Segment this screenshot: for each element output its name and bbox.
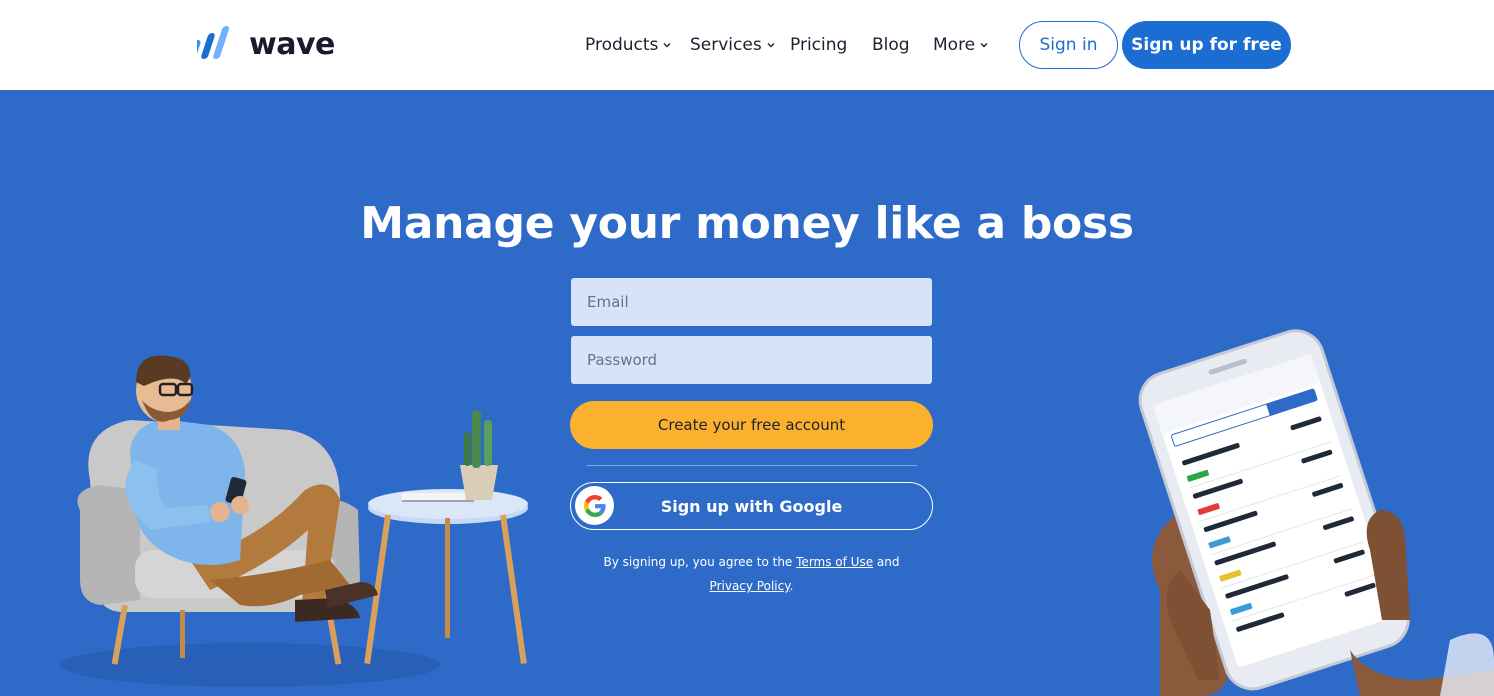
- nav-services[interactable]: Services: [690, 35, 776, 55]
- hero-section: Manage your money like a boss Create you…: [0, 90, 1494, 696]
- man-in-armchair-illustration: [60, 355, 528, 687]
- legal-and: and: [876, 555, 900, 569]
- terms-of-use-link[interactable]: Terms of Use: [796, 555, 873, 569]
- google-signup-label: Sign up with Google: [660, 496, 843, 516]
- nav-products-label: Products: [585, 35, 659, 55]
- phone-in-hand-illustration: [1138, 329, 1494, 696]
- privacy-policy-link[interactable]: Privacy Policy: [710, 579, 790, 593]
- password-field[interactable]: [571, 336, 932, 384]
- google-badge: [575, 486, 614, 525]
- nav-pricing[interactable]: Pricing: [790, 35, 847, 55]
- email-field[interactable]: [571, 278, 932, 326]
- nav-more[interactable]: More: [933, 35, 989, 55]
- chevron-down-icon: [767, 43, 775, 48]
- hero-headline: Manage your money like a boss: [360, 198, 1134, 249]
- google-signup-button[interactable]: Sign up with Google: [570, 482, 933, 530]
- chevron-down-icon: [980, 43, 988, 48]
- nav-blog[interactable]: Blog: [872, 35, 910, 55]
- google-g-icon: [583, 494, 606, 517]
- nav-products[interactable]: Products: [585, 35, 672, 55]
- legal-prefix: By signing up, you agree to the: [603, 555, 793, 569]
- signup-free-button[interactable]: Sign up for free: [1122, 21, 1291, 69]
- create-account-button[interactable]: Create your free account: [570, 401, 933, 449]
- nav-blog-label: Blog: [872, 35, 910, 55]
- chevron-down-icon: [663, 43, 671, 48]
- site-header: wave Products Services Pricing Blog More…: [0, 0, 1494, 90]
- nav-more-label: More: [933, 35, 976, 55]
- legal-text: By signing up, you agree to the Terms of…: [571, 550, 932, 598]
- form-divider: [586, 465, 917, 466]
- brand-name: wave: [249, 27, 335, 62]
- wave-logo[interactable]: wave: [197, 26, 335, 64]
- signin-button[interactable]: Sign in: [1019, 21, 1118, 69]
- wave-logo-icon: [197, 26, 230, 59]
- nav-services-label: Services: [690, 35, 762, 55]
- legal-end: .: [789, 579, 794, 593]
- nav-pricing-label: Pricing: [790, 35, 848, 55]
